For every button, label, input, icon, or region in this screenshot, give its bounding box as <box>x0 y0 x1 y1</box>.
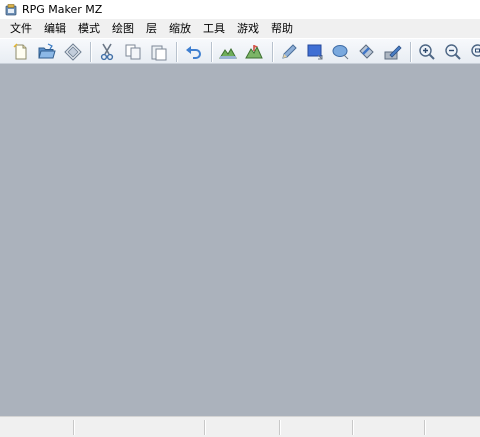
toolbar-separator <box>90 42 91 62</box>
undo-arrow-icon <box>186 46 201 59</box>
new-project-button[interactable] <box>11 42 31 62</box>
scissors-icon <box>100 43 114 61</box>
fill-icon <box>359 44 374 59</box>
menu-game[interactable]: 游戏 <box>231 19 265 38</box>
fill-button[interactable] <box>357 42 377 62</box>
menu-file[interactable]: 文件 <box>4 19 38 38</box>
toolbar-separator <box>176 42 177 62</box>
shadow-pen-button[interactable] <box>383 42 403 62</box>
status-divider <box>73 420 75 435</box>
event-mode-icon <box>245 45 263 59</box>
menu-bar: 文件 编辑 模式 绘图 层 缩放 工具 游戏 帮助 <box>0 19 480 38</box>
rpg-maker-app-icon[interactable] <box>5 3 17 16</box>
copy-icon <box>125 44 141 60</box>
open-folder-icon <box>38 43 56 59</box>
menu-mode[interactable]: 模式 <box>72 19 106 38</box>
toolbar-separator <box>272 42 273 62</box>
status-bar <box>0 416 480 437</box>
ellipse-icon <box>332 45 349 60</box>
rectangle-button[interactable] <box>305 42 325 62</box>
menu-help[interactable]: 帮助 <box>265 19 299 38</box>
copy-button[interactable] <box>123 42 143 62</box>
pencil-button[interactable] <box>279 42 299 62</box>
paste-button[interactable] <box>149 42 169 62</box>
map-workspace[interactable] <box>0 64 480 416</box>
new-document-icon <box>13 43 27 60</box>
cut-button[interactable] <box>97 42 117 62</box>
event-mode-button[interactable] <box>244 42 264 62</box>
save-diamond-icon <box>64 43 82 61</box>
menu-edit[interactable]: 编辑 <box>38 19 72 38</box>
zoom-out-icon <box>445 44 461 60</box>
status-divider <box>352 420 354 435</box>
open-project-button[interactable] <box>37 42 57 62</box>
menu-zoom[interactable]: 缩放 <box>163 19 197 38</box>
menu-draw[interactable]: 绘图 <box>106 19 140 38</box>
toolbar <box>0 38 480 64</box>
rectangle-icon <box>307 44 323 60</box>
status-divider <box>424 420 426 435</box>
zoom-actual-icon <box>471 44 480 57</box>
window-title: RPG Maker MZ <box>22 3 103 16</box>
zoom-in-icon <box>419 44 435 60</box>
status-divider <box>279 420 281 435</box>
toolbar-separator <box>410 42 411 62</box>
zoom-out-button[interactable] <box>443 42 463 62</box>
toolbar-separator <box>211 42 212 62</box>
zoom-in-button[interactable] <box>417 42 437 62</box>
undo-button[interactable] <box>184 42 204 62</box>
status-divider <box>204 420 206 435</box>
menu-layer[interactable]: 层 <box>140 19 163 38</box>
map-mode-button[interactable] <box>218 42 238 62</box>
map-mode-icon <box>219 48 237 59</box>
ellipse-button[interactable] <box>331 42 351 62</box>
pencil-icon <box>282 44 297 59</box>
menu-tools[interactable]: 工具 <box>197 19 231 38</box>
zoom-actual-button[interactable] <box>469 42 480 62</box>
save-project-button[interactable] <box>63 42 83 62</box>
shadow-pen-icon <box>384 45 402 60</box>
title-bar: RPG Maker MZ <box>0 0 480 19</box>
paste-icon <box>151 45 167 61</box>
